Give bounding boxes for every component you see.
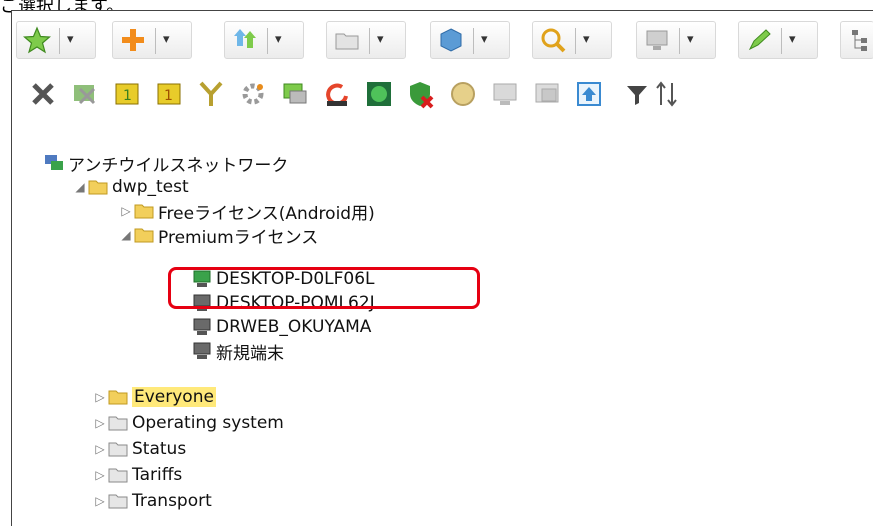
monitor-button[interactable]: ▾ <box>636 21 716 59</box>
add-icon <box>122 29 144 51</box>
chevron-down-icon[interactable]: ▾ <box>377 32 384 47</box>
chevron-down-icon[interactable]: ▾ <box>687 32 694 47</box>
star-icon <box>23 26 51 54</box>
install-button[interactable]: ▾ <box>224 21 304 59</box>
group-icon[interactable]: 1 <box>112 79 142 109</box>
chevron-down-icon[interactable]: ▾ <box>275 32 282 47</box>
filter-icon[interactable] <box>622 79 652 109</box>
folder-icon <box>108 494 128 509</box>
network-tree: アンチウイルスネットワーク ◢ dwp_test ▷ Freeライセンス(And… <box>12 131 873 531</box>
edit-button[interactable]: ▾ <box>738 21 818 59</box>
edit-icon <box>748 29 771 51</box>
station-label: DRWEB_OKUYAMA <box>216 317 372 337</box>
collapsed-toggle-icon[interactable]: ▷ <box>118 204 134 218</box>
chevron-down-icon[interactable]: ▾ <box>583 32 590 47</box>
sync-icon[interactable] <box>280 79 310 109</box>
chevron-down-icon[interactable]: ▾ <box>67 32 74 47</box>
search-button[interactable]: ▾ <box>532 21 612 59</box>
tree-item-label: Everyone <box>132 387 216 407</box>
add-button[interactable]: ▾ <box>112 21 192 59</box>
folder-icon <box>108 416 128 431</box>
log-icon[interactable] <box>532 79 562 109</box>
merge-icon[interactable] <box>196 79 226 109</box>
computer-offline-icon <box>193 318 211 335</box>
tree-item-dwp-test[interactable]: ◢ dwp_test <box>72 175 189 199</box>
tree-item-premium-license[interactable]: ◢ Premiumライセンス <box>118 223 319 248</box>
computer-offline-icon <box>193 342 211 359</box>
install-icon <box>234 29 256 48</box>
folder-icon <box>108 442 128 457</box>
settings-icon[interactable] <box>238 79 268 109</box>
component-icon <box>440 28 462 52</box>
tree-item-status[interactable]: ▷ Status <box>92 437 186 461</box>
tree-root-label: アンチウイルスネットワーク <box>68 155 289 176</box>
collapsed-toggle-icon[interactable]: ▷ <box>92 390 108 404</box>
chevron-down-icon[interactable]: ▾ <box>163 32 170 47</box>
favorites-button[interactable]: ▾ <box>16 21 96 59</box>
collapsed-toggle-icon[interactable]: ▷ <box>92 416 108 430</box>
tree-item-label: Freeライセンス(Android用) <box>158 203 375 224</box>
group-alt-icon[interactable]: 1 <box>154 79 184 109</box>
main-toolbar: ▾ ▾ ▾ ▾ ▾ ▾ ▾ ▾ <box>12 11 873 71</box>
update-icon[interactable] <box>364 79 394 109</box>
upload-icon[interactable] <box>574 79 604 109</box>
expanded-toggle-icon[interactable]: ◢ <box>72 180 88 194</box>
restart-icon[interactable] <box>322 79 352 109</box>
action-toolbar: 1 1 <box>12 71 873 117</box>
folder-icon <box>134 204 154 219</box>
tree-item-operating-system[interactable]: ▷ Operating system <box>92 411 284 435</box>
tree-item-tariffs[interactable]: ▷ Tariffs <box>92 463 182 487</box>
folder-icon <box>88 180 108 195</box>
scan-icon[interactable] <box>406 79 436 109</box>
folder-icon <box>134 228 154 243</box>
monitor-icon <box>646 30 668 50</box>
tree-item-label: dwp_test <box>112 177 189 197</box>
remove-icon[interactable] <box>70 79 100 109</box>
collapsed-toggle-icon[interactable]: ▷ <box>92 494 108 508</box>
chevron-down-icon[interactable]: ▾ <box>789 32 796 47</box>
station-label: 新規端末 <box>216 343 284 364</box>
antivirus-network-panel: ▾ ▾ ▾ ▾ ▾ ▾ ▾ ▾ 1 1 アンチウイルスネットワーク ◢ dwp_… <box>11 10 873 526</box>
tree-item-label: Transport <box>132 491 212 511</box>
delete-icon[interactable] <box>28 79 58 109</box>
collapsed-toggle-icon[interactable]: ▷ <box>92 468 108 482</box>
sort-icon[interactable] <box>652 79 682 109</box>
component-button[interactable]: ▾ <box>430 21 510 59</box>
tree-item-label: Tariffs <box>132 465 183 485</box>
chevron-down-icon[interactable]: ▾ <box>481 32 488 47</box>
folder-button[interactable]: ▾ <box>326 21 406 59</box>
tree-item-transport[interactable]: ▷ Transport <box>92 489 212 513</box>
network-icon <box>45 155 63 170</box>
tree-item-everyone[interactable]: ▷ Everyone <box>92 385 216 409</box>
tree-item-label: Operating system <box>132 413 284 433</box>
tree-item-label: Premiumライセンス <box>158 227 319 248</box>
expanded-toggle-icon[interactable]: ◢ <box>118 228 134 242</box>
status-icon[interactable] <box>490 79 520 109</box>
station-new[interactable]: 新規端末 <box>192 339 284 364</box>
svg-text:1: 1 <box>123 88 132 104</box>
tree-view-button[interactable] <box>840 21 873 59</box>
shield-icon[interactable] <box>448 79 478 109</box>
folder-icon <box>108 390 128 405</box>
tree-item-label: Status <box>132 439 187 459</box>
svg-text:1: 1 <box>164 88 173 104</box>
collapsed-toggle-icon[interactable]: ▷ <box>92 442 108 456</box>
station-drweb-okuyama[interactable]: DRWEB_OKUYAMA <box>192 315 371 339</box>
tree-icon <box>852 30 867 51</box>
search-icon <box>541 28 566 53</box>
tree-item-free-license[interactable]: ▷ Freeライセンス(Android用) <box>118 199 375 224</box>
folder-icon <box>335 33 359 50</box>
selection-highlight <box>168 267 480 309</box>
tree-root[interactable]: アンチウイルスネットワーク <box>44 151 289 176</box>
folder-icon <box>108 468 128 483</box>
